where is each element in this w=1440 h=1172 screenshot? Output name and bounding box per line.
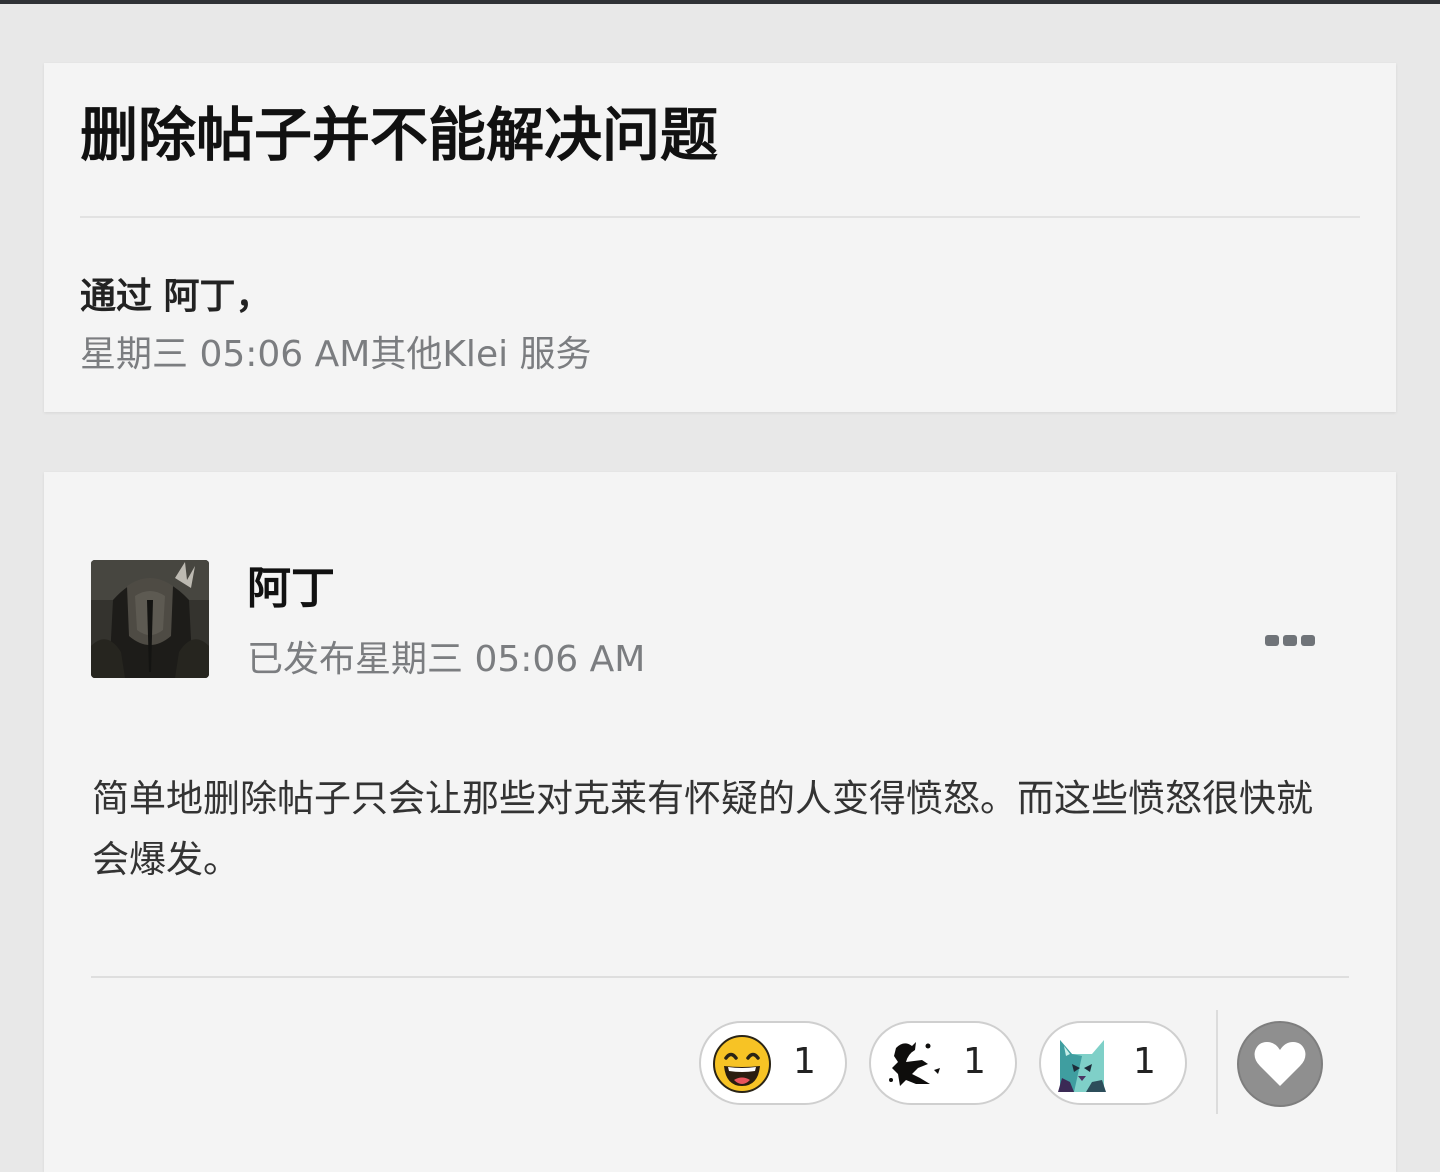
cat-portrait-icon [1058, 1040, 1106, 1092]
post-date: 已发布星期三 05:06 AM [247, 639, 646, 680]
reaction-divider [1216, 1010, 1218, 1114]
laughing-face-icon [713, 1035, 771, 1093]
byline-suffix: ， [235, 276, 272, 317]
reaction-cat-button[interactable]: 1 [1039, 1021, 1187, 1105]
reaction-cat-count: 1 [1133, 1041, 1156, 1082]
byline-prefix: 通过 [80, 276, 153, 317]
ink-splatter-icon [889, 1042, 940, 1086]
header-divider [80, 216, 1360, 218]
avatar[interactable] [91, 560, 209, 678]
post-divider [91, 976, 1349, 978]
topic-title: 删除帖子并不能解决问题 [80, 101, 719, 169]
menu-dot [1301, 634, 1315, 646]
menu-dot [1265, 634, 1279, 646]
reaction-laugh-button[interactable]: 1 [699, 1021, 847, 1105]
topic-byline: 通过 阿丁， [80, 267, 272, 319]
topic-category-link[interactable]: 其他Klei 服务 [370, 334, 591, 375]
top-strip [0, 0, 1440, 4]
like-button[interactable] [1237, 1021, 1323, 1107]
topic-meta: 星期三 05:06 AM其他Klei 服务 [80, 325, 592, 377]
post-author-name[interactable]: 阿丁 [247, 552, 335, 616]
byline-author-link[interactable]: 阿丁 [163, 276, 235, 317]
topic-date: 星期三 05:06 AM [80, 334, 371, 375]
post-card: 阿丁 已发布星期三 05:06 AM 简单地删除帖子只会让那些对克莱有怀疑的人变… [44, 472, 1396, 1172]
hooded-figure-avatar-icon [91, 560, 209, 678]
heart-icon [1254, 1042, 1306, 1086]
topic-header: 删除帖子并不能解决问题 通过 阿丁， 星期三 05:06 AM其他Klei 服务 [44, 63, 1396, 412]
reaction-laugh-count: 1 [793, 1041, 816, 1082]
reaction-splatter-button[interactable]: 1 [869, 1021, 1017, 1105]
reaction-splatter-count: 1 [963, 1041, 986, 1082]
ellipsis-icon[interactable] [1262, 628, 1318, 652]
post-body: 简单地删除帖子只会让那些对克莱有怀疑的人变得愤怒。而这些愤怒很快就会爆发。 [92, 777, 1313, 881]
menu-dot [1283, 634, 1297, 646]
